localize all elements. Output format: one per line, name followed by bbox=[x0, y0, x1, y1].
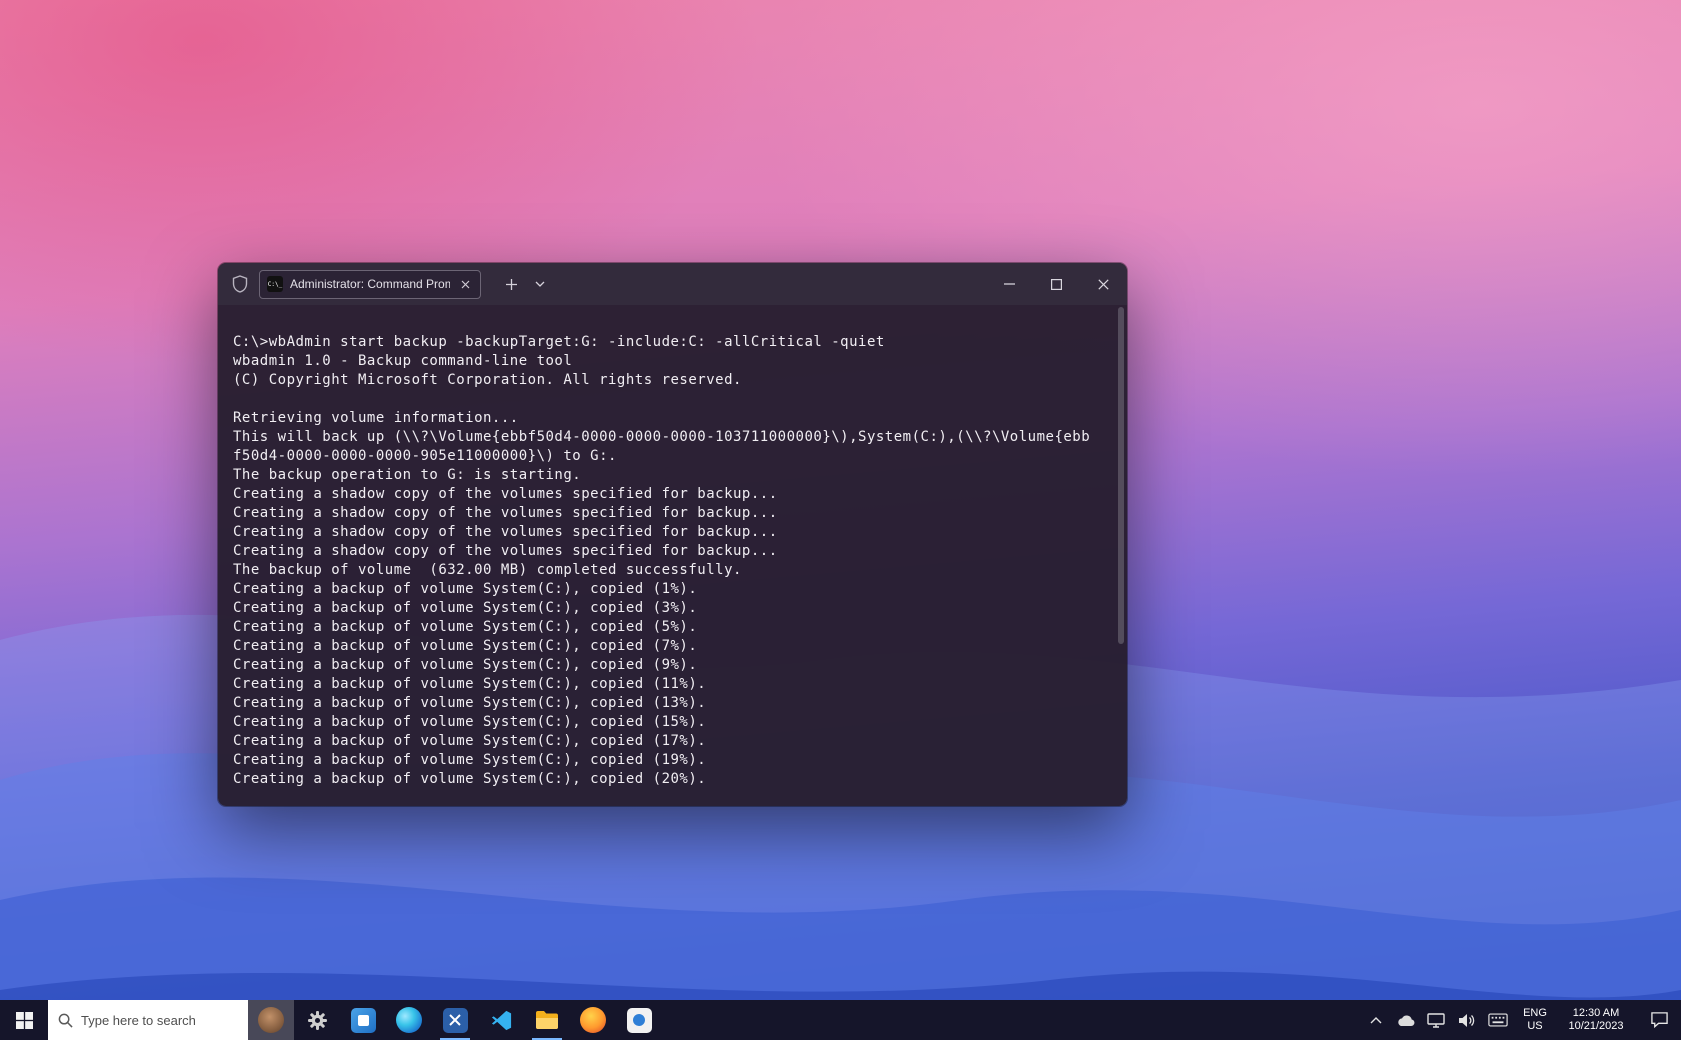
edge-browser-icon bbox=[396, 1007, 422, 1033]
touch-keyboard-icon bbox=[1488, 1013, 1508, 1027]
vscode-icon bbox=[490, 1009, 513, 1032]
blue-app-icon bbox=[351, 1008, 376, 1033]
taskbar-clock[interactable]: 12:30 AM 10/21/2023 bbox=[1555, 1000, 1637, 1040]
terminal-line: The backup operation to G: is starting. bbox=[233, 466, 1107, 485]
start-windows-icon bbox=[16, 1012, 33, 1029]
new-tab-button[interactable] bbox=[497, 270, 525, 298]
taskbar-app-settings[interactable] bbox=[294, 1000, 340, 1040]
maximize-icon bbox=[1051, 279, 1062, 290]
terminal-line: Creating a backup of volume System(C:), … bbox=[233, 732, 1107, 751]
search-icon bbox=[58, 1013, 73, 1028]
animal-photo-icon bbox=[258, 1007, 284, 1033]
terminal-titlebar[interactable]: C:\_ Administrator: Command Prompt bbox=[218, 263, 1127, 305]
terminal-line: f50d4-0000-0000-0000-905e11000000}\) to … bbox=[233, 447, 1107, 466]
action-center-icon bbox=[1650, 1011, 1669, 1029]
firefox-icon bbox=[580, 1007, 606, 1033]
terminal-line: Retrieving volume information... bbox=[233, 409, 1107, 428]
terminal-line: Creating a backup of volume System(C:), … bbox=[233, 656, 1107, 675]
tray-onedrive[interactable] bbox=[1391, 1000, 1421, 1040]
taskbar-search[interactable] bbox=[48, 1000, 248, 1040]
clock-date: 10/21/2023 bbox=[1555, 1020, 1637, 1033]
terminal-line: C:\>wbAdmin start backup -backupTarget:G… bbox=[233, 333, 1107, 352]
action-center-button[interactable] bbox=[1637, 1000, 1681, 1040]
tray-touch-keyboard[interactable] bbox=[1481, 1000, 1515, 1040]
terminal-line: (C) Copyright Microsoft Corporation. All… bbox=[233, 371, 1107, 390]
scrollbar-thumb[interactable] bbox=[1118, 307, 1124, 644]
language-region: US bbox=[1515, 1020, 1555, 1033]
terminal-line: Creating a shadow copy of the volumes sp… bbox=[233, 523, 1107, 542]
terminal-line: The backup of volume (632.00 MB) complet… bbox=[233, 561, 1107, 580]
terminal-line: Creating a backup of volume System(C:), … bbox=[233, 713, 1107, 732]
tab-dropdown-button[interactable] bbox=[527, 270, 553, 298]
taskbar-app-vscode[interactable] bbox=[478, 1000, 524, 1040]
new-tab-plus-icon bbox=[506, 279, 517, 290]
taskbar-app-firefox[interactable] bbox=[570, 1000, 616, 1040]
terminal-window: C:\_ Administrator: Command Prompt C:\>w… bbox=[218, 263, 1127, 806]
terminal-line: Creating a backup of volume System(C:), … bbox=[233, 675, 1107, 694]
maximize-button[interactable] bbox=[1033, 263, 1080, 305]
terminal-line: Creating a backup of volume System(C:), … bbox=[233, 694, 1107, 713]
language-code: ENG bbox=[1515, 1007, 1555, 1020]
terminal-line: Creating a backup of volume System(C:), … bbox=[233, 599, 1107, 618]
terminal-line bbox=[233, 390, 1107, 409]
terminal-tab[interactable]: C:\_ Administrator: Command Prompt bbox=[259, 270, 481, 299]
taskbar-app-blue[interactable] bbox=[340, 1000, 386, 1040]
tray-network[interactable] bbox=[1421, 1000, 1451, 1040]
terminal-output: C:\>wbAdmin start backup -backupTarget:G… bbox=[233, 333, 1107, 789]
file-explorer-icon bbox=[535, 1009, 559, 1031]
settings-gear-icon bbox=[307, 1010, 328, 1031]
minimize-icon bbox=[1004, 283, 1015, 285]
tab-title: Administrator: Command Prompt bbox=[290, 277, 450, 291]
blue-x-app-icon bbox=[443, 1008, 468, 1033]
tray-chevron-up-icon bbox=[1370, 1017, 1382, 1024]
close-button[interactable] bbox=[1080, 263, 1127, 305]
terminal-scrollbar[interactable] bbox=[1118, 307, 1124, 802]
network-monitor-icon bbox=[1427, 1013, 1445, 1028]
clock-time: 12:30 AM bbox=[1555, 1007, 1637, 1020]
terminal-line: wbadmin 1.0 - Backup command-line tool bbox=[233, 352, 1107, 371]
terminal-line: Creating a backup of volume System(C:), … bbox=[233, 770, 1107, 789]
terminal-body[interactable]: C:\>wbAdmin start backup -backupTarget:G… bbox=[218, 305, 1127, 806]
terminal-line: Creating a backup of volume System(C:), … bbox=[233, 637, 1107, 656]
taskbar-app-animal[interactable] bbox=[248, 1000, 294, 1040]
terminal-line: Creating a shadow copy of the volumes sp… bbox=[233, 485, 1107, 504]
taskbar-app-explorer[interactable] bbox=[524, 1000, 570, 1040]
terminal-line: Creating a backup of volume System(C:), … bbox=[233, 751, 1107, 770]
tab-close-icon[interactable] bbox=[457, 276, 473, 292]
admin-shield-icon bbox=[230, 274, 250, 294]
minimize-button[interactable] bbox=[986, 263, 1033, 305]
terminal-line: This will back up (\\?\Volume{ebbf50d4-0… bbox=[233, 428, 1107, 447]
tray-volume[interactable] bbox=[1451, 1000, 1481, 1040]
tray-language-switcher[interactable]: ENG US bbox=[1515, 1000, 1555, 1040]
close-icon bbox=[1098, 279, 1109, 290]
taskbar-app-x[interactable] bbox=[432, 1000, 478, 1040]
onedrive-cloud-icon bbox=[1396, 1013, 1416, 1027]
terminal-line: Creating a shadow copy of the volumes sp… bbox=[233, 504, 1107, 523]
tray-show-hidden-icons[interactable] bbox=[1361, 1000, 1391, 1040]
cmd-tab-icon: C:\_ bbox=[267, 276, 283, 292]
tab-dropdown-chevron-icon bbox=[535, 281, 545, 287]
taskbar-app-photos[interactable] bbox=[616, 1000, 662, 1040]
taskbar: ENG US 12:30 AM 10/21/2023 bbox=[0, 1000, 1681, 1040]
search-input[interactable] bbox=[81, 1013, 231, 1028]
terminal-line: Creating a shadow copy of the volumes sp… bbox=[233, 542, 1107, 561]
start-button[interactable] bbox=[0, 1000, 48, 1040]
photos-app-icon bbox=[627, 1008, 652, 1033]
volume-speaker-icon bbox=[1458, 1013, 1475, 1028]
terminal-line: Creating a backup of volume System(C:), … bbox=[233, 618, 1107, 637]
taskbar-app-edge[interactable] bbox=[386, 1000, 432, 1040]
terminal-line: Creating a backup of volume System(C:), … bbox=[233, 580, 1107, 599]
